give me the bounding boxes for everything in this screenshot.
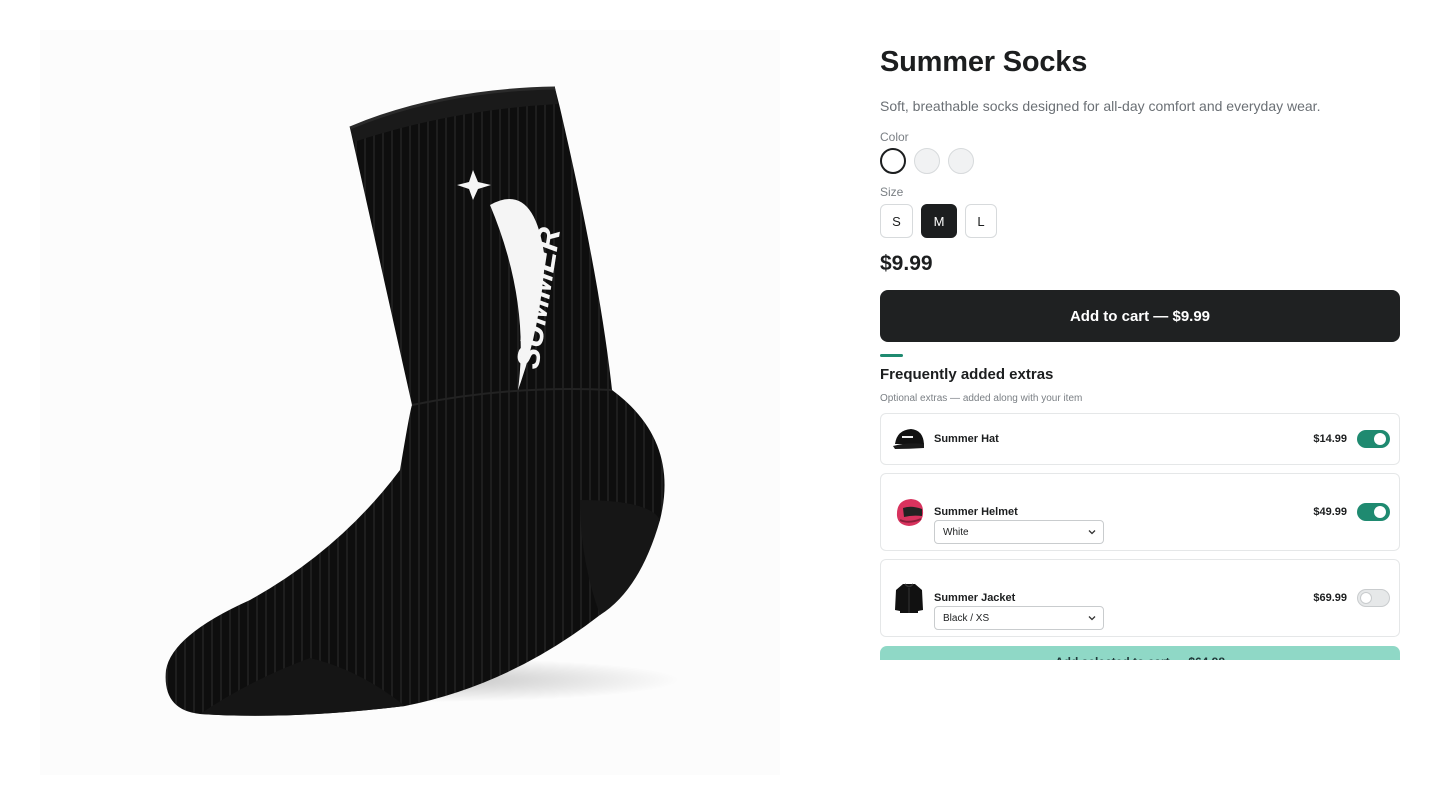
- extra-name-jacket: Summer Jacket: [934, 592, 1016, 604]
- extra-price-helmet: $49.99: [1313, 506, 1347, 518]
- hat-icon: [891, 422, 927, 458]
- chevron-down-icon: [1087, 613, 1097, 626]
- size-selector: S M L: [880, 204, 997, 238]
- extra-item-helmet: Summer Helmet White $49.99: [880, 473, 1400, 551]
- size-button-m[interactable]: M: [921, 204, 957, 238]
- jacket-variant-value: Black / XS: [943, 612, 990, 624]
- add-selected-button[interactable]: Add selected to cart — $64.98: [880, 646, 1400, 660]
- extra-name-hat: Summer Hat: [934, 433, 999, 445]
- section-divider: [880, 354, 903, 357]
- toggle-knob: [1360, 592, 1372, 604]
- color-swatch-light-grey[interactable]: [914, 148, 940, 174]
- add-to-cart-button[interactable]: Add to cart — $9.99: [880, 290, 1400, 342]
- product-price: $9.99: [880, 252, 933, 275]
- extra-name-helmet: Summer Helmet: [934, 506, 1018, 518]
- product-title: Summer Socks: [880, 46, 1088, 78]
- helmet-variant-select[interactable]: White: [934, 520, 1104, 544]
- add-selected-clip: Add selected to cart — $64.98: [880, 646, 1400, 660]
- product-description: Soft, breathable socks designed for all-…: [880, 98, 1321, 114]
- size-label: Size: [880, 185, 904, 199]
- color-swatch-white[interactable]: [948, 148, 974, 174]
- extras-subtitle: Optional extras — added along with your …: [880, 393, 1083, 404]
- extra-toggle-jacket[interactable]: [1357, 589, 1390, 607]
- extra-item-hat: Summer Hat $14.99: [880, 413, 1400, 465]
- toggle-knob: [1374, 433, 1386, 445]
- extra-item-jacket: Summer Jacket Black / XS $69.99: [880, 559, 1400, 637]
- color-label: Color: [880, 130, 909, 144]
- color-swatches: [880, 148, 974, 174]
- chevron-down-icon: [1087, 527, 1097, 540]
- extra-toggle-helmet[interactable]: [1357, 503, 1390, 521]
- jacket-icon: [891, 580, 927, 616]
- jacket-variant-select[interactable]: Black / XS: [934, 606, 1104, 630]
- extra-toggle-hat[interactable]: [1357, 430, 1390, 448]
- extras-title: Frequently added extras: [880, 366, 1054, 383]
- helmet-variant-value: White: [943, 526, 969, 538]
- size-button-l[interactable]: L: [965, 204, 997, 238]
- helmet-icon: [891, 494, 927, 530]
- toggle-knob: [1374, 506, 1386, 518]
- product-image: SUMMER: [40, 30, 780, 775]
- color-swatch-black[interactable]: [880, 148, 906, 174]
- extra-price-jacket: $69.99: [1313, 592, 1347, 604]
- sock-illustration: SUMMER: [165, 86, 665, 716]
- size-button-s[interactable]: S: [880, 204, 913, 238]
- extra-price-hat: $14.99: [1313, 433, 1347, 445]
